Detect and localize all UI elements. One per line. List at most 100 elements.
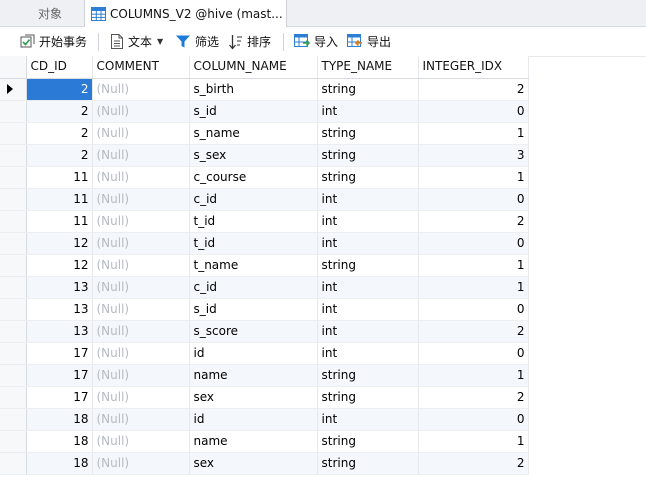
table-row[interactable]: 17 (Null) id int 0 — [0, 342, 529, 365]
table-row[interactable]: 11 (Null) t_id int 2 — [0, 210, 529, 233]
table-row[interactable]: 12 (Null) t_id int 0 — [0, 232, 529, 255]
cell-type-name[interactable]: int — [317, 408, 419, 431]
cell-comment[interactable]: (Null) — [92, 122, 190, 145]
sort-button[interactable]: 排序 — [229, 27, 271, 56]
cell-type-name[interactable]: int — [317, 276, 419, 299]
cell-type-name[interactable]: string — [317, 254, 419, 277]
cell-comment[interactable]: (Null) — [92, 254, 190, 277]
cell-cd-id[interactable]: 17 — [26, 364, 93, 387]
cell-integer-idx[interactable]: 2 — [418, 386, 529, 409]
cell-type-name[interactable]: string — [317, 78, 419, 101]
table-row[interactable]: 12 (Null) t_name string 1 — [0, 254, 529, 277]
cell-cd-id[interactable]: 18 — [26, 408, 93, 431]
cell-cd-id[interactable]: 18 — [26, 452, 93, 475]
cell-comment[interactable]: (Null) — [92, 452, 190, 475]
cell-integer-idx[interactable]: 0 — [418, 232, 529, 255]
cell-column-name[interactable]: s_birth — [189, 78, 318, 101]
cell-comment[interactable]: (Null) — [92, 408, 190, 431]
cell-column-name[interactable]: c_id — [189, 188, 318, 211]
row-indicator[interactable] — [0, 100, 27, 123]
column-header-comment[interactable]: COMMENT — [92, 56, 190, 79]
cell-cd-id[interactable]: 11 — [26, 188, 93, 211]
cell-cd-id[interactable]: 11 — [26, 210, 93, 233]
import-button[interactable]: 导入 — [294, 27, 338, 56]
column-header-type-name[interactable]: TYPE_NAME — [317, 56, 419, 79]
cell-cd-id[interactable]: 2 — [26, 144, 93, 167]
cell-comment[interactable]: (Null) — [92, 342, 190, 365]
cell-comment[interactable]: (Null) — [92, 78, 190, 101]
cell-cd-id[interactable]: 17 — [26, 342, 93, 365]
cell-comment[interactable]: (Null) — [92, 320, 190, 343]
cell-comment[interactable]: (Null) — [92, 100, 190, 123]
cell-column-name[interactable]: s_id — [189, 100, 318, 123]
cell-cd-id[interactable]: 13 — [26, 298, 93, 321]
cell-integer-idx[interactable]: 2 — [418, 78, 529, 101]
row-indicator[interactable] — [0, 452, 27, 475]
column-header-column-name[interactable]: COLUMN_NAME — [189, 56, 318, 79]
text-button[interactable]: 文本 ▼ — [110, 27, 163, 56]
row-indicator[interactable] — [0, 188, 27, 211]
cell-cd-id[interactable]: 12 — [26, 254, 93, 277]
table-row[interactable]: 18 (Null) name string 1 — [0, 430, 529, 453]
row-indicator[interactable] — [0, 342, 27, 365]
cell-comment[interactable]: (Null) — [92, 210, 190, 233]
table-row[interactable]: 17 (Null) sex string 2 — [0, 386, 529, 409]
cell-integer-idx[interactable]: 0 — [418, 298, 529, 321]
cell-column-name[interactable]: name — [189, 430, 318, 453]
column-header-cd-id[interactable]: CD_ID — [26, 56, 93, 79]
cell-type-name[interactable]: string — [317, 386, 419, 409]
cell-comment[interactable]: (Null) — [92, 364, 190, 387]
row-indicator[interactable] — [0, 166, 27, 189]
row-indicator[interactable] — [0, 232, 27, 255]
cell-comment[interactable]: (Null) — [92, 232, 190, 255]
cell-integer-idx[interactable]: 0 — [418, 100, 529, 123]
cell-integer-idx[interactable]: 1 — [418, 254, 529, 277]
row-indicator[interactable] — [0, 364, 27, 387]
cell-type-name[interactable]: string — [317, 144, 419, 167]
row-indicator[interactable] — [0, 386, 27, 409]
row-indicator[interactable] — [0, 254, 27, 277]
cell-type-name[interactable]: int — [317, 342, 419, 365]
cell-type-name[interactable]: int — [317, 100, 419, 123]
cell-column-name[interactable]: s_score — [189, 320, 318, 343]
cell-column-name[interactable]: c_id — [189, 276, 318, 299]
table-row[interactable]: 13 (Null) c_id int 1 — [0, 276, 529, 299]
cell-type-name[interactable]: int — [317, 188, 419, 211]
column-header-integer-idx[interactable]: INTEGER_IDX — [418, 56, 529, 79]
row-indicator[interactable] — [0, 144, 27, 167]
cell-integer-idx[interactable]: 1 — [418, 122, 529, 145]
cell-integer-idx[interactable]: 0 — [418, 342, 529, 365]
cell-cd-id[interactable]: 17 — [26, 386, 93, 409]
cell-comment[interactable]: (Null) — [92, 298, 190, 321]
cell-column-name[interactable]: sex — [189, 452, 318, 475]
cell-cd-id[interactable]: 13 — [26, 276, 93, 299]
cell-column-name[interactable]: t_id — [189, 232, 318, 255]
cell-type-name[interactable]: string — [317, 430, 419, 453]
cell-integer-idx[interactable]: 1 — [418, 166, 529, 189]
cell-integer-idx[interactable]: 0 — [418, 408, 529, 431]
table-row[interactable]: 11 (Null) c_course string 1 — [0, 166, 529, 189]
filter-button[interactable]: 筛选 — [175, 27, 219, 56]
cell-type-name[interactable]: int — [317, 298, 419, 321]
cell-integer-idx[interactable]: 2 — [418, 452, 529, 475]
cell-column-name[interactable]: s_id — [189, 298, 318, 321]
cell-comment[interactable]: (Null) — [92, 386, 190, 409]
tab-columns-v2[interactable]: COLUMNS_V2 @hive (mast... — [84, 0, 287, 27]
cell-cd-id[interactable]: 2 — [26, 100, 93, 123]
cell-cd-id[interactable]: 12 — [26, 232, 93, 255]
table-row[interactable]: 2 (Null) s_sex string 3 — [0, 144, 529, 167]
cell-comment[interactable]: (Null) — [92, 276, 190, 299]
table-row[interactable]: 13 (Null) s_score int 2 — [0, 320, 529, 343]
row-indicator[interactable] — [0, 78, 27, 101]
row-indicator[interactable] — [0, 408, 27, 431]
cell-column-name[interactable]: name — [189, 364, 318, 387]
cell-type-name[interactable]: string — [317, 364, 419, 387]
cell-type-name[interactable]: string — [317, 122, 419, 145]
export-button[interactable]: 导出 — [347, 27, 391, 56]
cell-integer-idx[interactable]: 3 — [418, 144, 529, 167]
table-row[interactable]: 11 (Null) c_id int 0 — [0, 188, 529, 211]
cell-comment[interactable]: (Null) — [92, 166, 190, 189]
row-indicator[interactable] — [0, 298, 27, 321]
cell-type-name[interactable]: string — [317, 166, 419, 189]
row-indicator[interactable] — [0, 276, 27, 299]
